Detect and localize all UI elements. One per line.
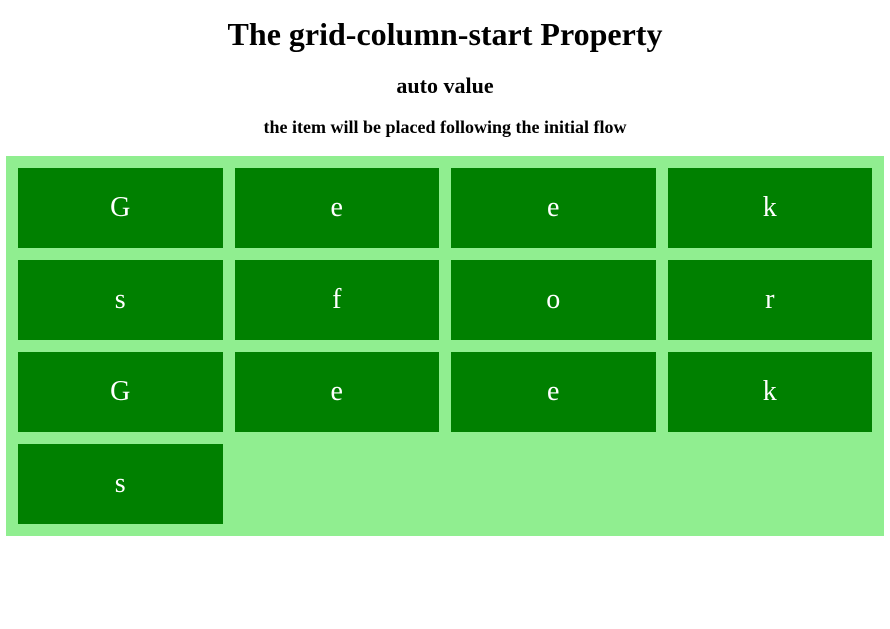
grid-item: e	[451, 352, 656, 432]
grid-item: s	[18, 260, 223, 340]
grid-item: o	[451, 260, 656, 340]
grid-item: e	[451, 168, 656, 248]
grid-item: k	[668, 352, 873, 432]
grid-item: e	[235, 352, 440, 432]
subtitle-value: auto value	[0, 73, 890, 99]
page-title: The grid-column-start Property	[0, 16, 890, 53]
grid-item: k	[668, 168, 873, 248]
grid-item: G	[18, 352, 223, 432]
grid-item: f	[235, 260, 440, 340]
description-text: the item will be placed following the in…	[0, 117, 890, 138]
grid-item: e	[235, 168, 440, 248]
grid-item: s	[18, 444, 223, 524]
grid-item: G	[18, 168, 223, 248]
grid-container: G e e k s f o r G e e k s	[6, 156, 884, 536]
grid-item: r	[668, 260, 873, 340]
